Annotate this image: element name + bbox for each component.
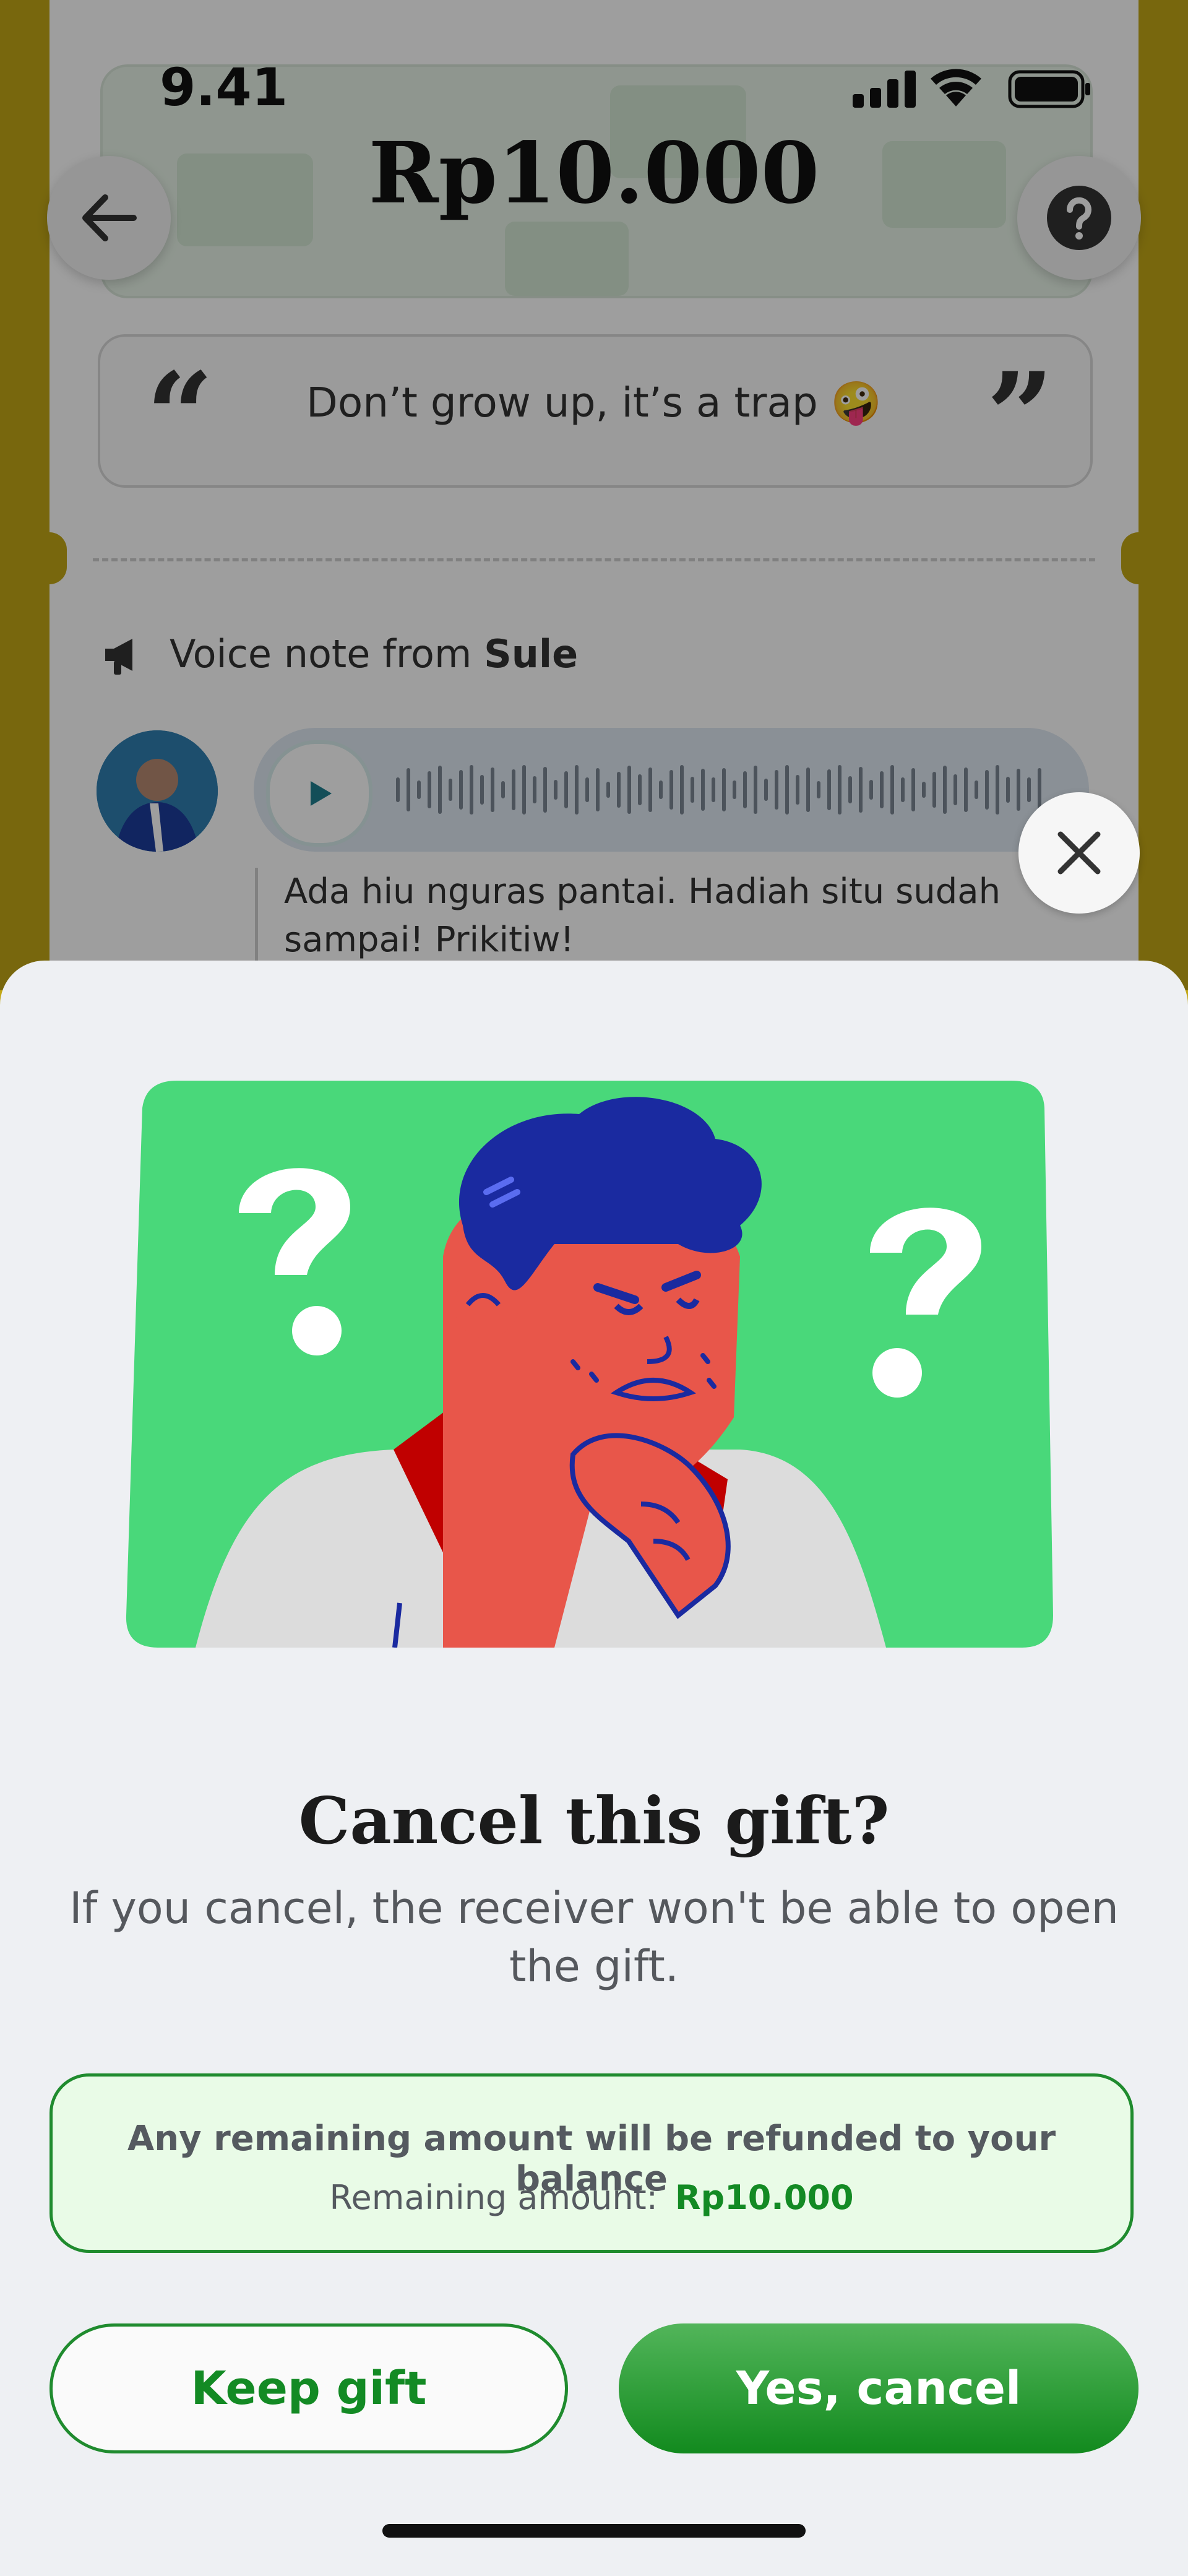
thinking-person-illustration [121,1071,1067,1648]
close-icon [1057,831,1101,875]
remaining-amount-row: Remaining amount: Rp10.000 [53,2178,1130,2217]
close-button[interactable] [1018,792,1140,914]
keep-gift-button[interactable]: Keep gift [50,2323,568,2453]
sheet-subtitle: If you cancel, the receiver won't be abl… [69,1883,1119,1992]
home-indicator[interactable] [382,2524,806,2538]
remaining-amount-label: Remaining amount: [329,2178,658,2217]
refund-info-box: Any remaining amount will be refunded to… [50,2073,1134,2253]
dim-overlay[interactable] [0,0,1188,990]
sheet-title: Cancel this gift? [298,1783,890,1859]
remaining-amount-value: Rp10.000 [674,2178,854,2217]
yes-cancel-button[interactable]: Yes, cancel [619,2323,1138,2453]
